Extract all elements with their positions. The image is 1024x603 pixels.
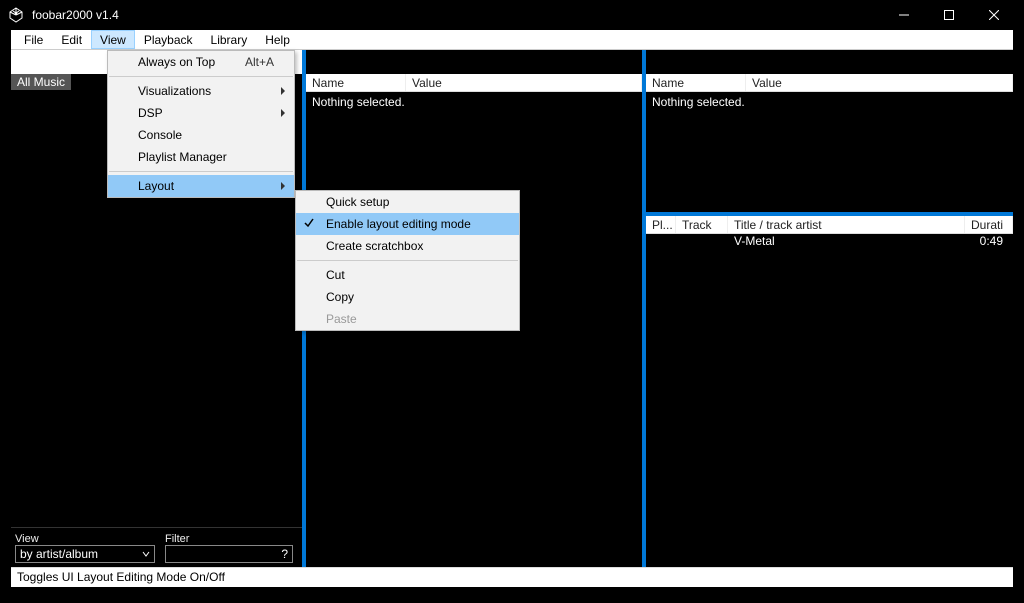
playlist-header: Pl... Track no Title / track artist Dura…	[646, 216, 1013, 234]
props2-empty: Nothing selected.	[646, 92, 1013, 112]
menu-help[interactable]: Help	[256, 30, 299, 49]
playlist-row-duration: 0:49	[965, 234, 1013, 252]
layout-submenu: Quick setup Enable layout editing mode C…	[295, 190, 520, 331]
menu-quick-setup-label: Quick setup	[326, 195, 389, 209]
filter-hint: ?	[281, 547, 288, 561]
playlist-col-trackno[interactable]: Track no	[676, 216, 728, 233]
menu-playback[interactable]: Playback	[135, 30, 202, 49]
menu-view[interactable]: View	[91, 30, 135, 49]
menu-always-on-top-label: Always on Top	[138, 55, 215, 69]
close-button[interactable]	[971, 0, 1016, 30]
menu-copy[interactable]: Copy	[296, 286, 519, 308]
maximize-button[interactable]	[926, 0, 971, 30]
filter-input[interactable]: ?	[165, 545, 293, 563]
menu-create-scratchbox-label: Create scratchbox	[326, 239, 423, 253]
filter-label: Filter	[165, 533, 293, 545]
playlist-col-duration[interactable]: Durati	[965, 216, 1013, 233]
chevron-right-icon	[280, 84, 286, 98]
playlist-col-playing[interactable]: Pl...	[646, 216, 676, 233]
view-select[interactable]: by artist/album	[15, 545, 155, 563]
playlist-row[interactable]: V-Metal 0:49	[646, 234, 1013, 252]
chevron-right-icon	[280, 106, 286, 120]
menu-library[interactable]: Library	[202, 30, 257, 49]
menu-copy-label: Copy	[326, 290, 354, 304]
menu-paste: Paste	[296, 308, 519, 330]
view-dropdown: Always on Top Alt+A Visualizations DSP C…	[107, 50, 295, 198]
props1-col-name[interactable]: Name	[306, 74, 406, 91]
all-music-node[interactable]: All Music	[11, 74, 71, 90]
status-text: Toggles UI Layout Editing Mode On/Off	[17, 570, 225, 584]
menu-dsp[interactable]: DSP	[108, 102, 294, 124]
menu-edit[interactable]: Edit	[52, 30, 91, 49]
menu-enable-layout-editing-label: Enable layout editing mode	[326, 217, 471, 231]
menu-playlist-manager[interactable]: Playlist Manager	[108, 146, 294, 168]
menu-console-label: Console	[138, 128, 182, 142]
menu-separator	[109, 171, 293, 172]
view-label: View	[15, 533, 155, 545]
menu-layout-label: Layout	[138, 179, 174, 193]
menu-always-on-top[interactable]: Always on Top Alt+A	[108, 51, 294, 73]
menu-separator	[297, 260, 518, 261]
menu-separator	[109, 76, 293, 77]
minimize-button[interactable]	[881, 0, 926, 30]
menu-create-scratchbox[interactable]: Create scratchbox	[296, 235, 519, 257]
chevron-right-icon	[280, 179, 286, 193]
props2-col-name[interactable]: Name	[646, 74, 746, 91]
app-icon	[8, 7, 24, 23]
menu-console[interactable]: Console	[108, 124, 294, 146]
props1-header: Name Value	[306, 74, 642, 92]
menu-cut[interactable]: Cut	[296, 264, 519, 286]
menu-paste-label: Paste	[326, 312, 357, 326]
menu-playlist-manager-label: Playlist Manager	[138, 150, 227, 164]
title-bar: foobar2000 v1.4	[0, 0, 1024, 30]
chevron-down-icon	[142, 547, 150, 561]
menu-dsp-label: DSP	[138, 106, 163, 120]
playlist-row-trackno	[646, 234, 728, 252]
menu-always-on-top-shortcut: Alt+A	[245, 55, 274, 69]
props1-empty: Nothing selected.	[306, 92, 642, 112]
menu-bar: File Edit View Playback Library Help	[11, 30, 1013, 50]
right-column: Name Value Nothing selected. Pl... Track…	[646, 50, 1013, 567]
menu-quick-setup[interactable]: Quick setup	[296, 191, 519, 213]
check-icon	[304, 217, 314, 231]
props1-col-value[interactable]: Value	[406, 74, 642, 91]
menu-visualizations[interactable]: Visualizations	[108, 80, 294, 102]
props2-header: Name Value	[646, 74, 1013, 92]
menu-layout[interactable]: Layout	[108, 175, 294, 197]
view-select-value: by artist/album	[20, 547, 98, 561]
window-title: foobar2000 v1.4	[32, 8, 881, 22]
props2-col-value[interactable]: Value	[746, 74, 1013, 91]
menu-enable-layout-editing[interactable]: Enable layout editing mode	[296, 213, 519, 235]
menu-cut-label: Cut	[326, 268, 345, 282]
library-controls: View by artist/album Filter ?	[11, 527, 302, 567]
playlist-row-title: V-Metal	[728, 234, 965, 252]
menu-visualizations-label: Visualizations	[138, 84, 211, 98]
playlist-col-title[interactable]: Title / track artist	[728, 216, 965, 233]
status-bar: Toggles UI Layout Editing Mode On/Off	[11, 567, 1013, 587]
menu-file[interactable]: File	[15, 30, 52, 49]
